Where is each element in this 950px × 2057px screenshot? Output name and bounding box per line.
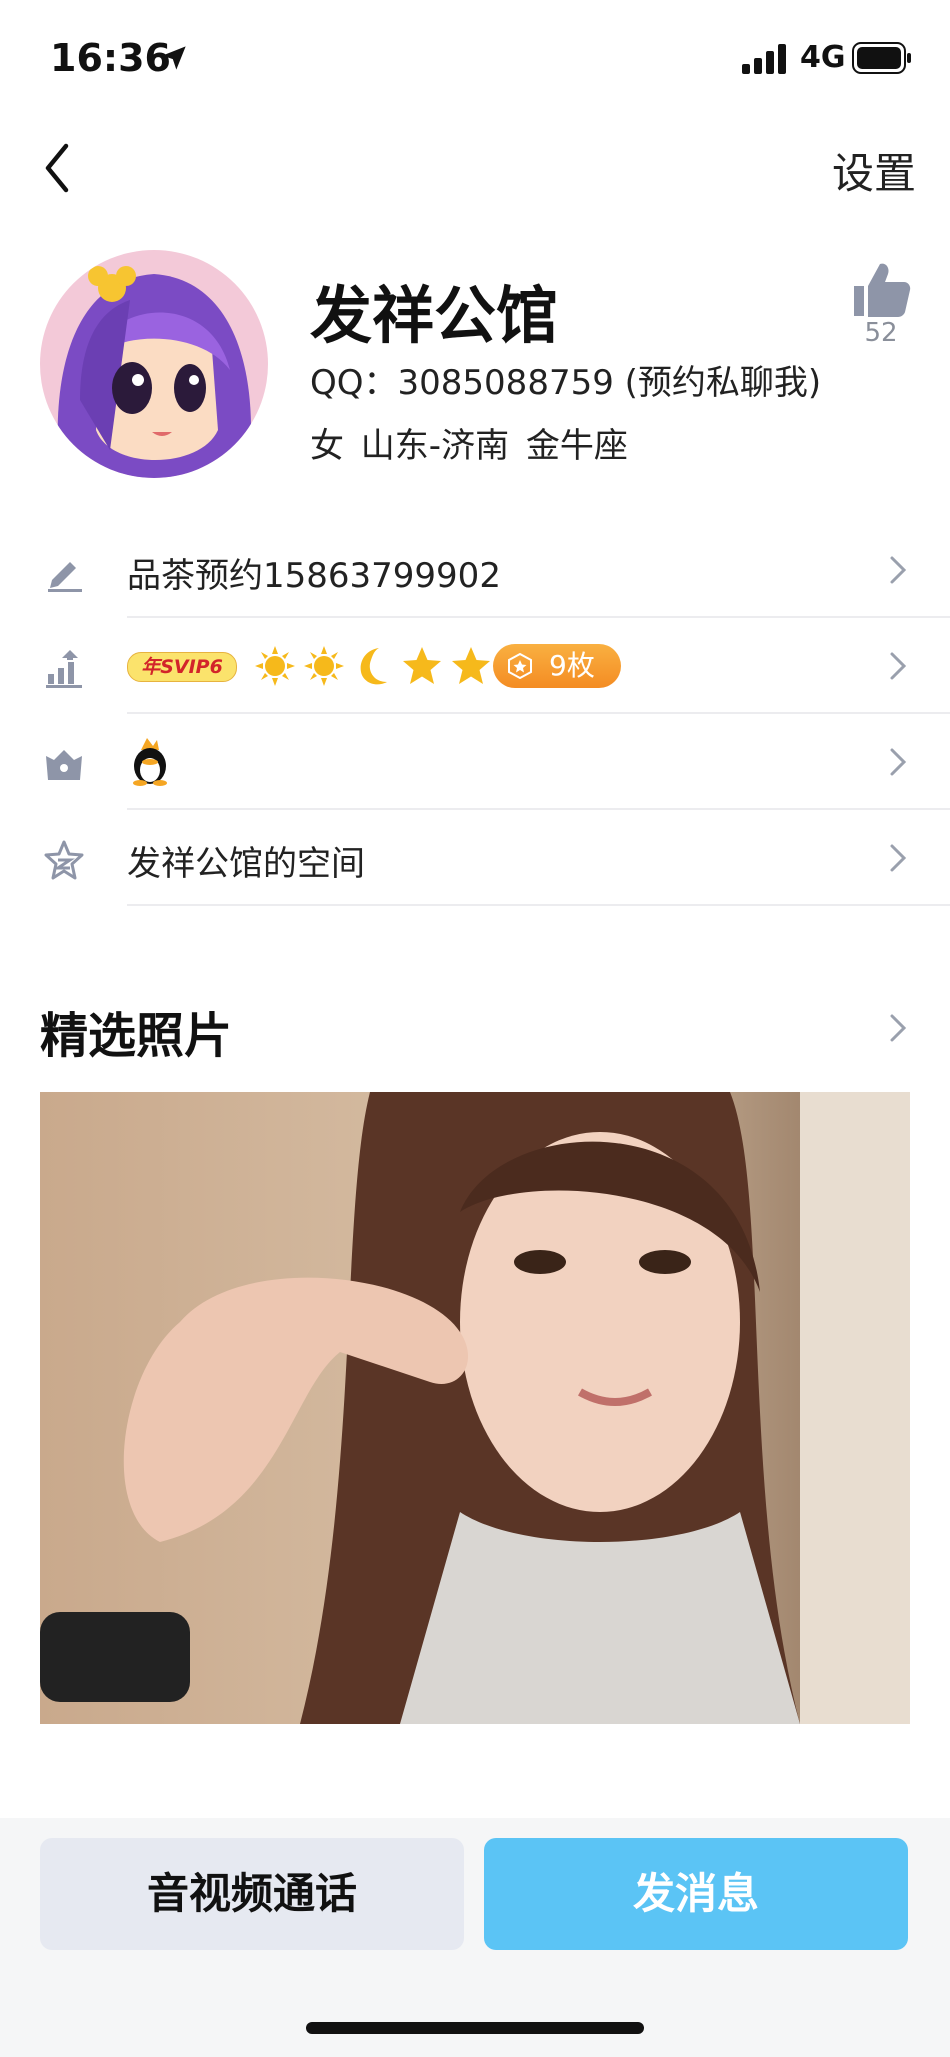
chevron-right-icon (890, 556, 907, 584)
pencil-edit-icon (48, 562, 82, 592)
hexagon-star-icon (508, 653, 532, 679)
signature-row[interactable]: 品茶预约15863799902 (0, 522, 950, 618)
avatar[interactable] (40, 250, 268, 478)
profile-nickname: 发祥公馆 (310, 279, 559, 352)
network-type: 4G (800, 40, 846, 75)
status-time: 16:36 (50, 36, 171, 80)
featured-photos-title: 精选照片 (40, 1008, 233, 1064)
like-count: 52 (864, 318, 898, 348)
signature-text: 品茶预约15863799902 (127, 556, 501, 596)
crown-icon (46, 750, 82, 780)
home-indicator[interactable] (306, 2022, 644, 2034)
moon-icon (360, 648, 388, 685)
settings-button[interactable]: 设置 (832, 140, 916, 201)
chevron-right-icon (890, 748, 907, 776)
status-bar: 16:36 4G (0, 0, 950, 110)
sun-icon (255, 646, 295, 686)
level-chart-icon (46, 650, 82, 688)
profile-meta: 女 山东-济南 金牛座 (310, 426, 628, 466)
location-arrow-icon (162, 46, 186, 70)
chevron-right-icon (890, 652, 907, 680)
svip-badge: 年SVIP6 (127, 652, 237, 682)
portrait-photo-image (40, 1092, 910, 1724)
featured-photo[interactable] (40, 1092, 910, 1724)
qq-penguin-icon (133, 738, 167, 786)
chevron-right-icon[interactable] (888, 1012, 908, 1044)
chevron-right-icon (890, 844, 907, 872)
thumbs-up-icon[interactable] (850, 260, 912, 320)
sun-icon (304, 646, 345, 686)
battery-icon (852, 42, 911, 74)
coin-badge: 9枚 (493, 644, 621, 688)
star-icon (452, 647, 491, 684)
star-icon (403, 647, 442, 684)
vip-row[interactable] (0, 714, 950, 810)
level-row[interactable]: 年SVIP6 9枚 (0, 618, 950, 714)
back-chevron-icon[interactable] (38, 140, 78, 196)
row-divider (127, 904, 950, 906)
cellular-signal-icon (742, 44, 786, 74)
qzone-star-icon (44, 840, 84, 880)
coin-count: 9枚 (549, 649, 595, 682)
qzone-row[interactable]: 发祥公馆的空间 (0, 810, 950, 906)
profile-qq-number: QQ：3085088759 (预约私聊我) (310, 363, 822, 403)
send-message-button[interactable]: 发消息 (484, 1838, 908, 1950)
qzone-label: 发祥公馆的空间 (127, 844, 365, 884)
cartoon-girl-avatar-image (40, 250, 268, 478)
level-icons (253, 644, 493, 688)
video-call-button[interactable]: 音视频通话 (40, 1838, 464, 1950)
